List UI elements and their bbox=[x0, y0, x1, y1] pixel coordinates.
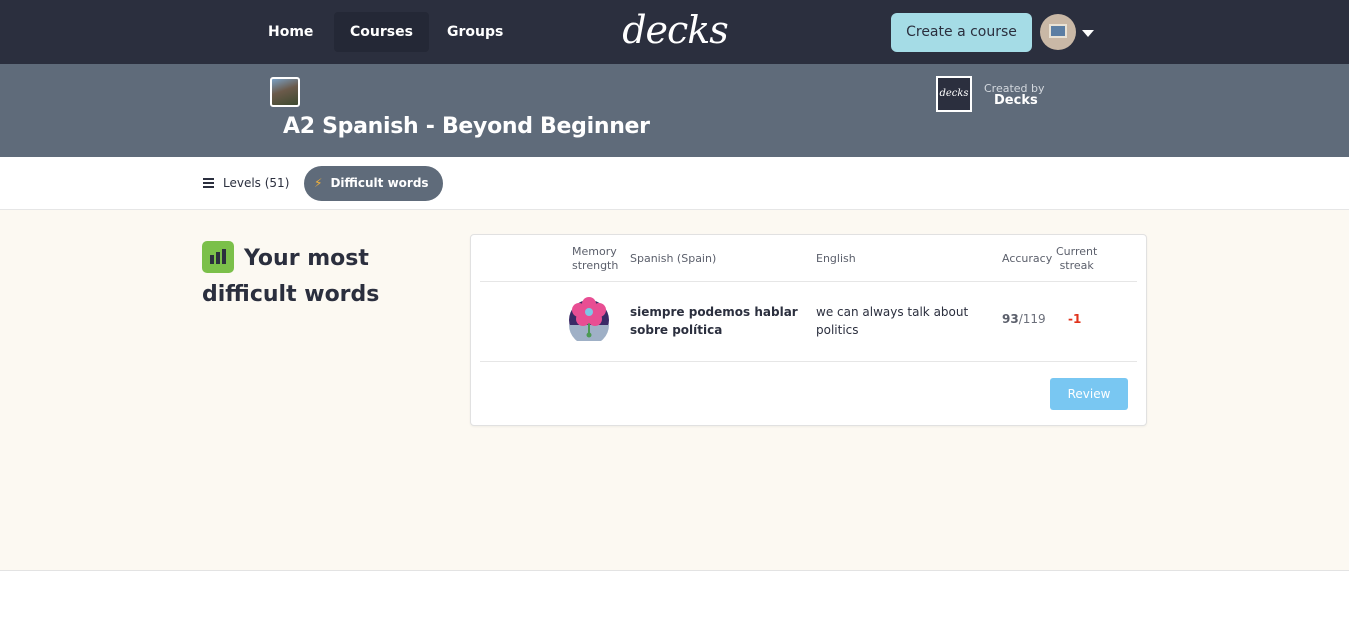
top-navigation: Home Courses Groups decks Create a cours… bbox=[0, 0, 1349, 64]
tab-levels-label: Levels (51) bbox=[223, 176, 290, 190]
header-spanish: Spanish (Spain) bbox=[630, 252, 717, 265]
word-current-streak: -1 bbox=[1068, 312, 1082, 326]
accuracy-correct: 93 bbox=[1002, 312, 1019, 326]
nav-home-link[interactable]: Home bbox=[252, 12, 329, 52]
word-english: we can always talk about politics bbox=[816, 305, 969, 337]
header-memory-strength: Memory strength bbox=[572, 245, 618, 273]
creator-logo[interactable]: decks bbox=[936, 76, 972, 112]
nav-courses-link[interactable]: Courses bbox=[334, 12, 429, 52]
divider bbox=[480, 361, 1137, 362]
difficult-words-table: Memory strength Spanish (Spain) English … bbox=[470, 234, 1147, 426]
decks-logo[interactable]: decks bbox=[620, 6, 730, 54]
section-title: Your most difficult words bbox=[202, 246, 380, 307]
create-course-button[interactable]: Create a course bbox=[891, 13, 1032, 52]
course-header: A2 Spanish - Beyond Beginner decks Creat… bbox=[0, 64, 1349, 157]
accuracy-total: /119 bbox=[1018, 312, 1046, 326]
header-memory-line-1: Memory bbox=[572, 245, 617, 258]
creator-name-link[interactable]: Decks bbox=[994, 93, 1038, 108]
flower-memory-icon bbox=[569, 297, 609, 341]
header-streak-line-1: Current bbox=[1056, 245, 1098, 258]
tab-difficult-words[interactable]: ⚡ Difficult words bbox=[304, 166, 443, 201]
list-icon bbox=[203, 178, 214, 188]
header-memory-line-2: strength bbox=[572, 259, 619, 272]
main-content: Your most difficult words Memory strengt… bbox=[0, 210, 1349, 571]
header-streak-line-2: streak bbox=[1059, 259, 1094, 272]
header-accuracy: Accuracy bbox=[1002, 252, 1053, 265]
course-thumbnail bbox=[270, 77, 300, 107]
tab-levels[interactable]: Levels (51) bbox=[194, 166, 298, 201]
tab-difficult-label: Difficult words bbox=[330, 176, 429, 190]
word-accuracy: 93/119 bbox=[1002, 312, 1046, 326]
course-title: A2 Spanish - Beyond Beginner bbox=[283, 114, 650, 139]
review-button[interactable]: Review bbox=[1050, 378, 1128, 410]
header-english: English bbox=[816, 252, 856, 265]
chevron-down-icon[interactable] bbox=[1082, 30, 1094, 37]
bolt-icon: ⚡ bbox=[314, 176, 323, 190]
word-spanish: siempre podemos hablar sobre política bbox=[630, 305, 798, 337]
header-current-streak: Current streak bbox=[1056, 245, 1097, 273]
nav-groups-link[interactable]: Groups bbox=[431, 12, 519, 52]
divider bbox=[480, 281, 1137, 282]
course-tabs: Levels (51) ⚡ Difficult words bbox=[0, 157, 1349, 210]
user-avatar[interactable] bbox=[1040, 14, 1076, 50]
